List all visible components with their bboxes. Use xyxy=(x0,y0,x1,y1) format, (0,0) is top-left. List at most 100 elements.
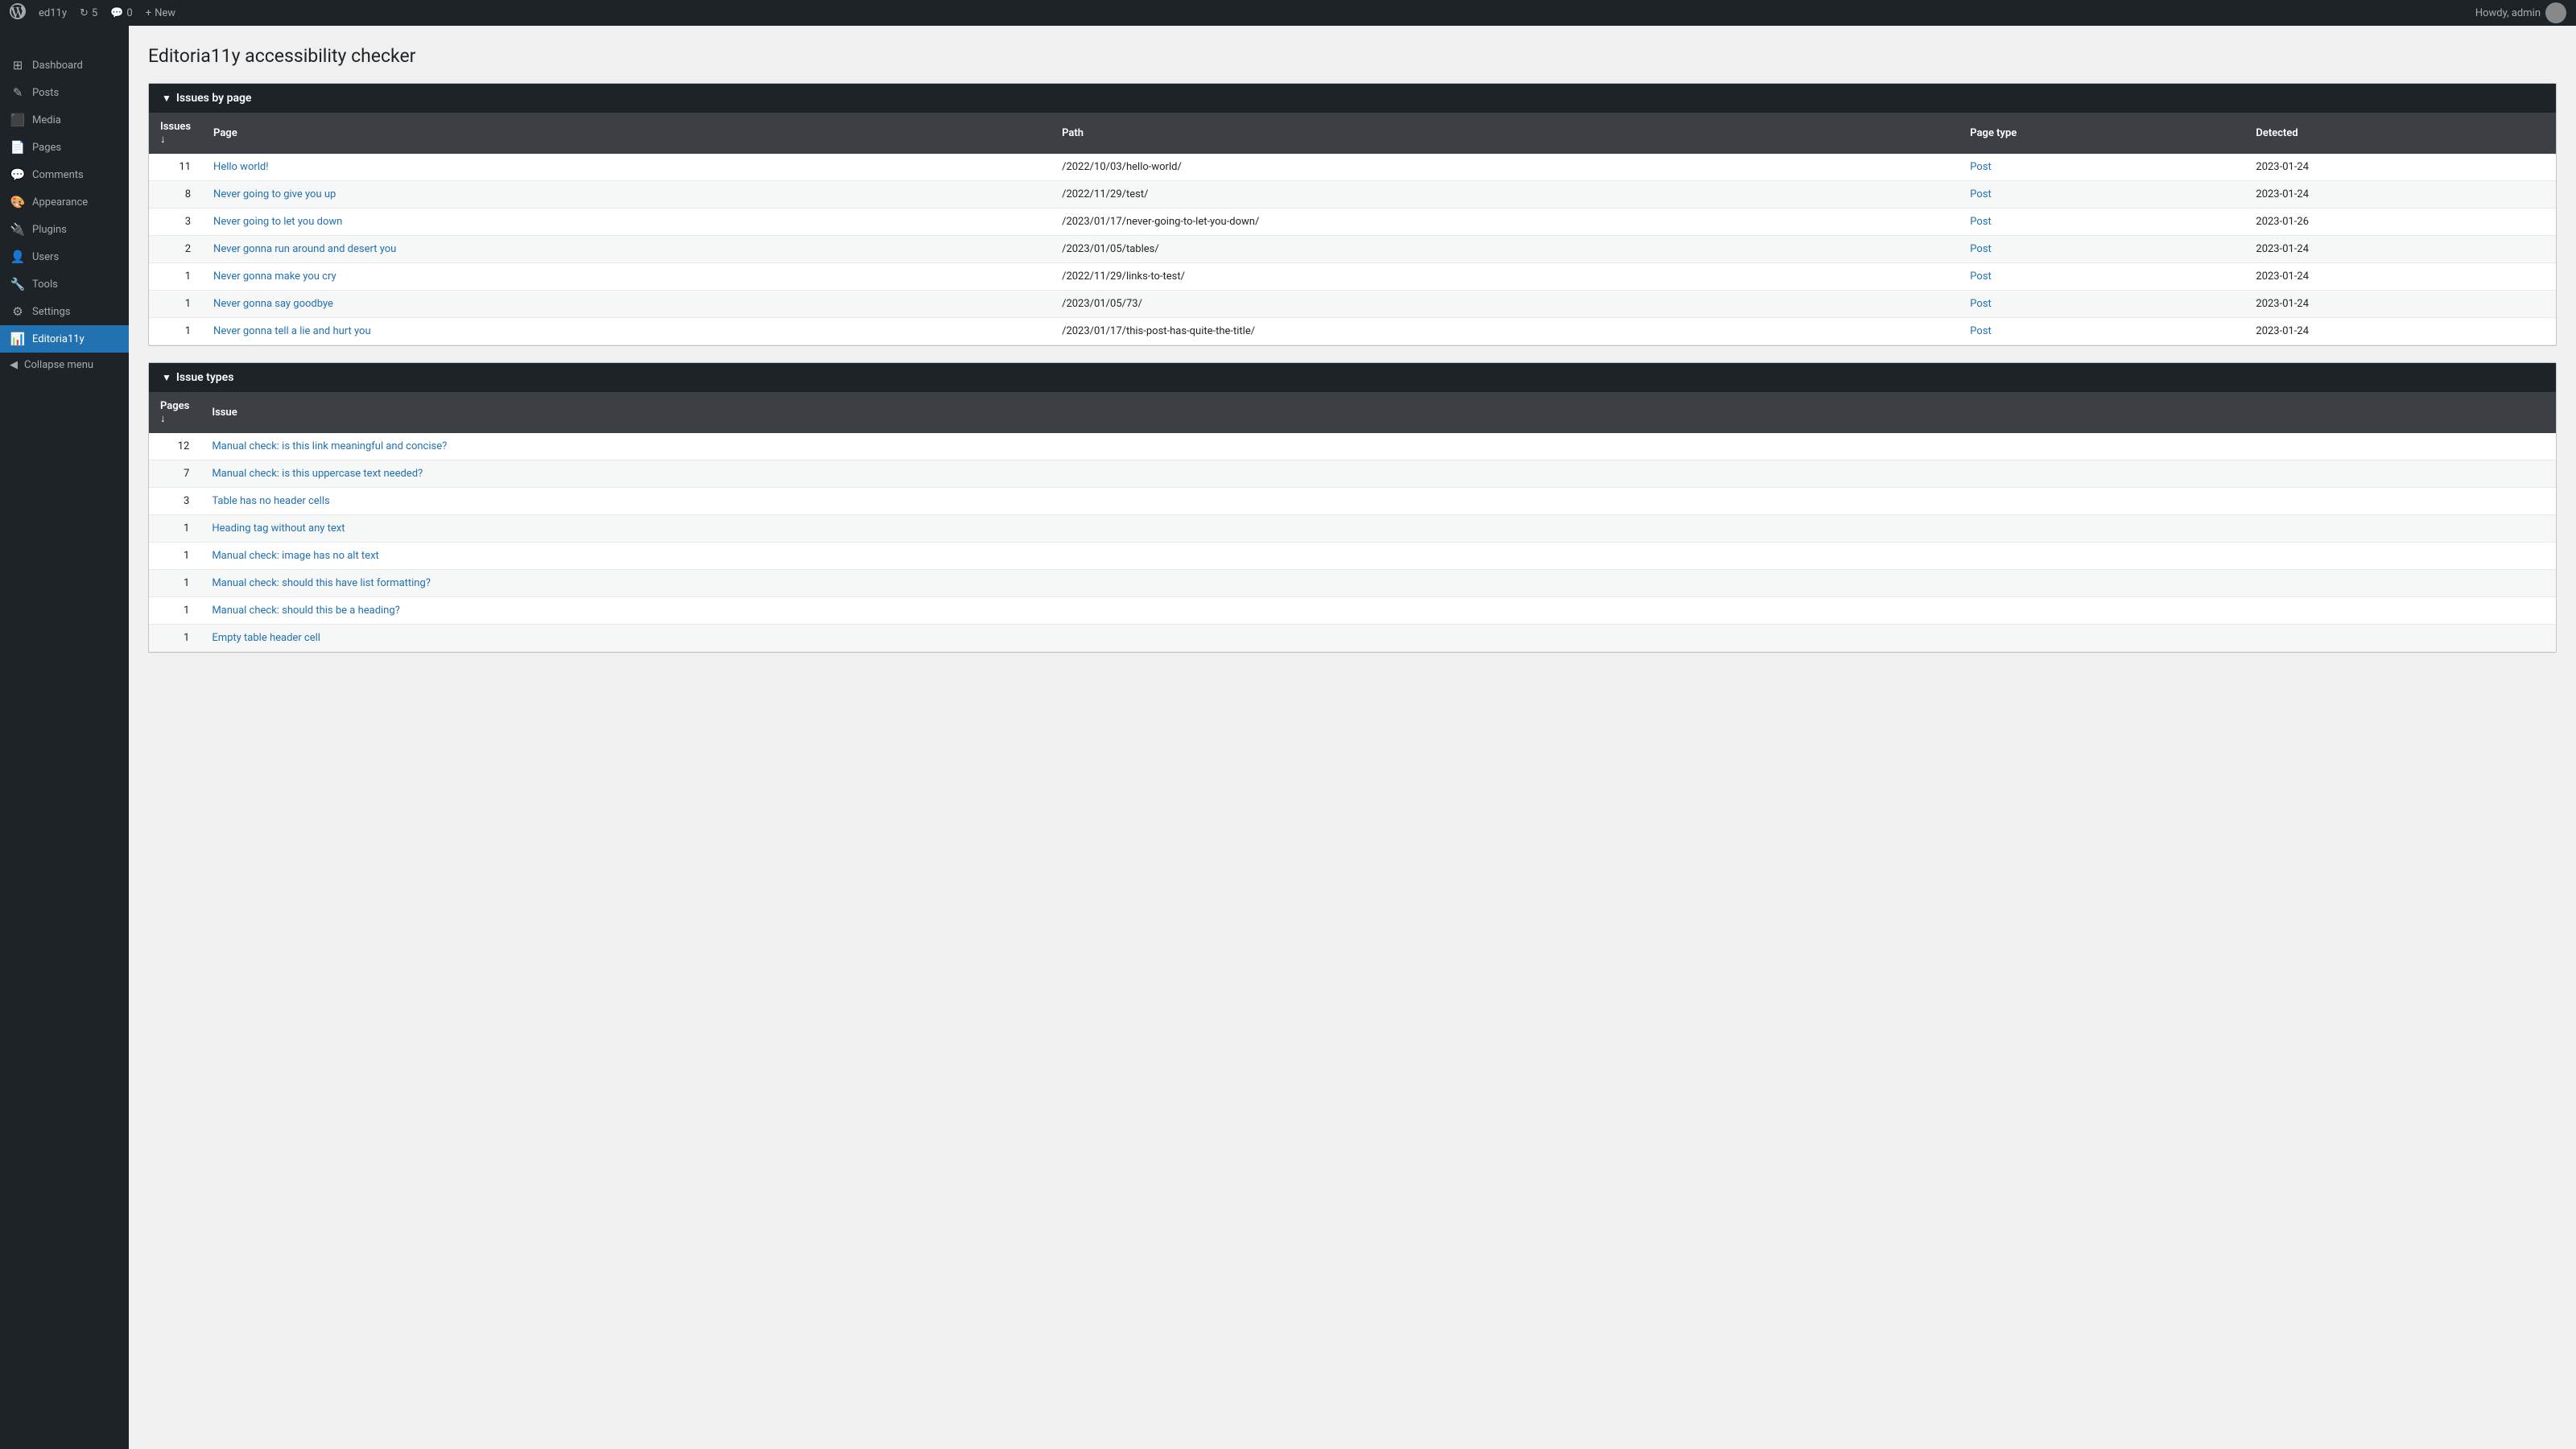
issues-by-page-col-1[interactable]: Page xyxy=(202,113,1051,154)
sidebar-item-label: Pages xyxy=(32,142,61,154)
page-type-link[interactable]: Post xyxy=(1970,298,1992,310)
detected-cell: 2023-01-24 xyxy=(2244,291,2556,318)
page-link-cell[interactable]: Never gonna make you cry xyxy=(202,263,1051,291)
collapse-icon: ◀ xyxy=(10,359,18,371)
page-link-cell[interactable]: Never going to give you up xyxy=(202,181,1051,208)
issue-link-cell[interactable]: Manual check: should this have list form… xyxy=(200,570,2556,597)
issues-by-page-header[interactable]: ▼ Issues by page xyxy=(149,84,2556,113)
issue-link[interactable]: Manual check: should this be a heading? xyxy=(212,605,399,617)
issue-link[interactable]: Table has no header cells xyxy=(212,495,329,507)
sidebar-item-dashboard[interactable]: ⊞Dashboard xyxy=(0,52,129,79)
issues-by-page-col-2[interactable]: Path xyxy=(1051,113,1959,154)
issues-by-page-col-0[interactable]: Issues ↓ xyxy=(149,113,202,154)
table-row: 1 Never gonna tell a lie and hurt you /2… xyxy=(149,318,2556,345)
page-type-cell[interactable]: Post xyxy=(1959,236,2244,263)
editoria11y-icon: 📊 xyxy=(10,332,26,346)
pages-count: 1 xyxy=(149,543,200,570)
page-link[interactable]: Never gonna make you cry xyxy=(213,270,336,283)
sidebar-item-tools[interactable]: 🔧Tools xyxy=(0,270,129,298)
table-row: 1 Manual check: image has no alt text xyxy=(149,543,2556,570)
path-cell: /2022/11/29/test/ xyxy=(1051,181,1959,208)
page-type-link[interactable]: Post xyxy=(1970,325,1992,337)
sidebar-item-pages[interactable]: 📄Pages xyxy=(0,134,129,161)
page-link[interactable]: Never going to let you down xyxy=(213,216,342,228)
sidebar-item-posts[interactable]: ✎Posts xyxy=(0,79,129,106)
page-link[interactable]: Never gonna say goodbye xyxy=(213,298,333,310)
detected-cell: 2023-01-24 xyxy=(2244,236,2556,263)
issue-types-header[interactable]: ▼ Issue types xyxy=(149,363,2556,392)
page-link[interactable]: Never going to give you up xyxy=(213,188,336,200)
page-type-link[interactable]: Post xyxy=(1970,161,1992,173)
page-link[interactable]: Never gonna run around and desert you xyxy=(213,243,396,255)
issue-link-cell[interactable]: Manual check: is this link meaningful an… xyxy=(200,433,2556,460)
page-link[interactable]: Never gonna tell a lie and hurt you xyxy=(213,325,371,337)
issue-link-cell[interactable]: Empty table header cell xyxy=(200,625,2556,652)
sidebar-item-label: Posts xyxy=(32,87,59,99)
issue-link-cell[interactable]: Table has no header cells xyxy=(200,488,2556,515)
sidebar-item-comments[interactable]: 💬Comments xyxy=(0,161,129,188)
issue-link[interactable]: Manual check: is this uppercase text nee… xyxy=(212,468,423,480)
page-type-link[interactable]: Post xyxy=(1970,216,1992,228)
detected-cell: 2023-01-24 xyxy=(2244,154,2556,181)
admin-sidebar: ⊞Dashboard✎Posts ⬛ Media 📄Pages💬Comments🎨Ap… xyxy=(0,26,129,1449)
issue-link-cell[interactable]: Heading tag without any text xyxy=(200,515,2556,543)
page-type-cell[interactable]: Post xyxy=(1959,208,2244,236)
issues-count: 2 xyxy=(149,236,202,263)
page-type-link[interactable]: Post xyxy=(1970,243,1992,255)
sidebar-item-label: Media xyxy=(32,114,61,126)
page-link-cell[interactable]: Never gonna tell a lie and hurt you xyxy=(202,318,1051,345)
howdy-greeting: Howdy, admin xyxy=(2475,2,2566,23)
page-link-cell[interactable]: Hello world! xyxy=(202,154,1051,181)
new-content-link[interactable]: + New xyxy=(146,7,175,19)
sidebar-item-appearance[interactable]: 🎨Appearance xyxy=(0,188,129,216)
issues-by-page-panel: ▼ Issues by page Issues ↓PagePathPage ty… xyxy=(148,83,2557,346)
issue-link-cell[interactable]: Manual check: image has no alt text xyxy=(200,543,2556,570)
sidebar-item-settings[interactable]: ⚙ Settings xyxy=(0,298,129,325)
site-name-link[interactable]: ed11y xyxy=(39,7,67,19)
updates-link[interactable]: ↻ 5 xyxy=(80,7,97,19)
issue-link[interactable]: Manual check: is this link meaningful an… xyxy=(212,440,447,452)
table-row: 2 Never gonna run around and desert you … xyxy=(149,236,2556,263)
page-type-cell[interactable]: Post xyxy=(1959,154,2244,181)
media-icon: ⬛ xyxy=(10,113,26,127)
issue-link[interactable]: Empty table header cell xyxy=(212,632,320,644)
dashboard-icon: ⊞ xyxy=(10,58,26,72)
path-cell: /2023/01/17/this-post-has-quite-the-titl… xyxy=(1051,318,1959,345)
issue-link-cell[interactable]: Manual check: should this be a heading? xyxy=(200,597,2556,625)
table-row: 7 Manual check: is this uppercase text n… xyxy=(149,460,2556,488)
page-type-cell[interactable]: Post xyxy=(1959,181,2244,208)
sidebar-item-users[interactable]: 👤Users xyxy=(0,243,129,270)
collapse-menu-button[interactable]: ◀ Collapse menu xyxy=(0,353,129,378)
page-link[interactable]: Hello world! xyxy=(213,161,269,173)
settings-icon: ⚙ xyxy=(10,304,26,319)
page-type-link[interactable]: Post xyxy=(1970,270,1992,283)
issues-count: 8 xyxy=(149,181,202,208)
issue-link[interactable]: Heading tag without any text xyxy=(212,522,345,535)
sidebar-item-media[interactable]: ⬛ Media xyxy=(0,106,129,134)
issue-types-col-1[interactable]: Issue xyxy=(200,392,2556,433)
issue-types-col-0[interactable]: Pages ↓ xyxy=(149,392,200,433)
issue-link[interactable]: Manual check: image has no alt text xyxy=(212,550,378,562)
comments-link[interactable]: 💬 0 xyxy=(110,7,133,19)
pages-count: 12 xyxy=(149,433,200,460)
issue-link-cell[interactable]: Manual check: is this uppercase text nee… xyxy=(200,460,2556,488)
issues-by-page-col-4[interactable]: Detected xyxy=(2244,113,2556,154)
path-cell: /2023/01/17/never-going-to-let-you-down/ xyxy=(1051,208,1959,236)
page-link-cell[interactable]: Never gonna say goodbye xyxy=(202,291,1051,318)
sidebar-item-editoria11y[interactable]: 📊Editoria11y xyxy=(0,325,129,353)
issue-link[interactable]: Manual check: should this have list form… xyxy=(212,577,431,589)
issues-by-page-col-3[interactable]: Page type xyxy=(1959,113,2244,154)
sidebar-item-plugins[interactable]: 🔌Plugins xyxy=(0,216,129,243)
pages-count: 3 xyxy=(149,488,200,515)
sidebar-item-label: Users xyxy=(32,251,59,263)
page-type-cell[interactable]: Post xyxy=(1959,263,2244,291)
wp-logo-icon[interactable] xyxy=(10,3,26,23)
page-link-cell[interactable]: Never gonna run around and desert you xyxy=(202,236,1051,263)
page-type-cell[interactable]: Post xyxy=(1959,318,2244,345)
sidebar-item-label: Settings xyxy=(32,306,70,318)
page-type-link[interactable]: Post xyxy=(1970,188,1992,200)
page-link-cell[interactable]: Never going to let you down xyxy=(202,208,1051,236)
main-content: Editoria11y accessibility checker ▼ Issu… xyxy=(129,26,2576,1449)
page-type-cell[interactable]: Post xyxy=(1959,291,2244,318)
table-row: 1 Empty table header cell xyxy=(149,625,2556,652)
